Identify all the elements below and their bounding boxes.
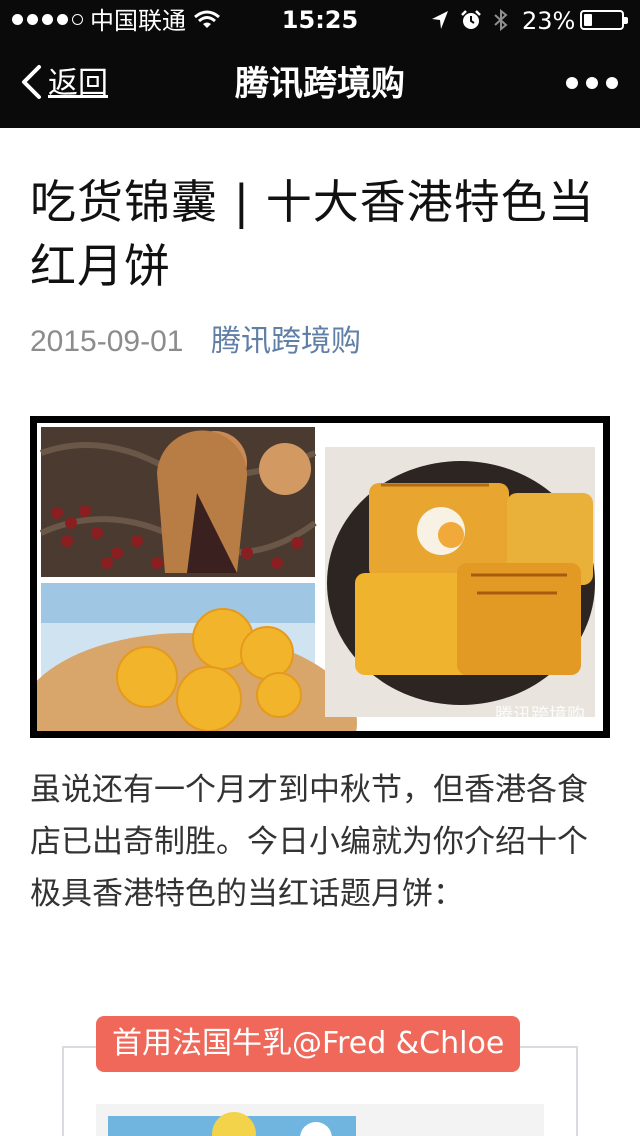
publish-date: 2015-09-01 [30, 325, 184, 358]
battery-level-fill [584, 14, 592, 26]
bluetooth-icon [492, 8, 510, 36]
product-packaging-image [108, 1112, 356, 1136]
watermark-text: 腾讯跨境购 [495, 705, 585, 726]
battery-percentage: 23% [522, 7, 576, 35]
more-dots-icon [566, 77, 578, 89]
page-title: 腾讯跨境购 [235, 64, 405, 104]
hero-image[interactable]: 腾讯跨境购 [30, 416, 610, 738]
account-name-link[interactable]: 腾讯跨境购 [211, 324, 361, 359]
mooncake-collage-image: 腾讯跨境购 [37, 427, 595, 731]
article-meta: 2015-09-01 腾讯跨境购 [30, 322, 361, 362]
more-options-button[interactable] [566, 77, 618, 89]
location-arrow-icon [430, 9, 450, 35]
section-heading-tag: 首用法国牛乳@Fred &Chloe [96, 1016, 521, 1072]
status-bar: 中国联通 15:25 23% [0, 0, 640, 40]
alarm-clock-icon [460, 9, 482, 35]
section-product-image[interactable] [96, 1104, 544, 1136]
article-title: 吃货锦囊 | 十大香港特色当红月饼 [30, 175, 595, 293]
navigation-bar: 返回 腾讯跨境购 [0, 40, 640, 128]
battery-icon [580, 10, 628, 30]
article-body-paragraph: 虽说还有一个月才到中秋节，但香港各食店已出奇制胜。今日小编就为你介绍十个极具香港… [30, 772, 588, 912]
